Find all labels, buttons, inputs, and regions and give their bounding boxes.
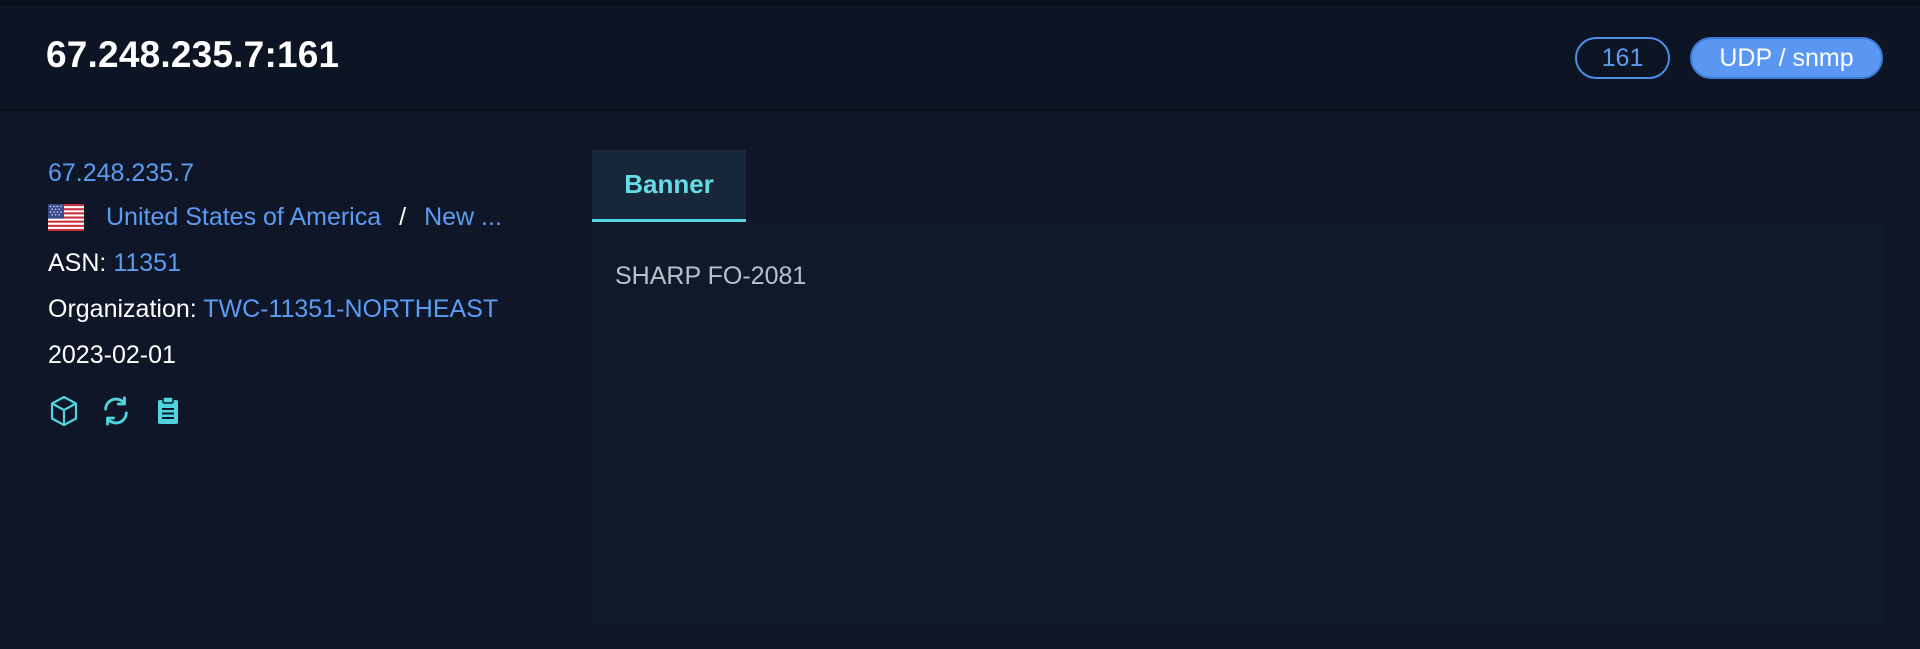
organization-row: Organization: TWC-11351-NORTHEAST <box>48 295 498 324</box>
country-link[interactable]: United States of America <box>106 203 381 232</box>
us-flag-icon <box>48 204 84 231</box>
asn-label: ASN: <box>48 249 107 277</box>
port-badge[interactable]: 161 <box>1575 37 1670 79</box>
tab-banner[interactable]: Banner <box>592 150 746 222</box>
page-title: 67.248.235.7:161 <box>46 34 340 75</box>
banner-content-panel: SHARP FO-2081 <box>592 222 1883 625</box>
clipboard-icon[interactable] <box>152 395 184 427</box>
organization-link[interactable]: TWC-11351-NORTHEAST <box>203 295 498 323</box>
organization-label: Organization: <box>48 295 197 323</box>
location-separator: / <box>399 203 407 231</box>
action-icons <box>48 395 204 427</box>
refresh-icon[interactable] <box>100 395 132 427</box>
protocol-badge[interactable]: UDP / snmp <box>1690 37 1883 79</box>
card-header: 67.248.235.7:161 161 UDP / snmp <box>0 6 1920 111</box>
asn-link[interactable]: 11351 <box>113 249 181 277</box>
banner-text: SHARP FO-2081 <box>615 262 807 290</box>
region-link[interactable]: New ... <box>424 203 502 232</box>
asn-row: ASN: 11351 <box>48 249 181 278</box>
cube-icon[interactable] <box>48 395 80 427</box>
service-detail-card: 67.248.235.7:161 161 UDP / snmp 67.248.2… <box>0 0 1920 649</box>
ip-address-link[interactable]: 67.248.235.7 <box>48 159 194 188</box>
geo-location: United States of America / New ... <box>48 203 502 232</box>
scan-date: 2023-02-01 <box>48 341 176 369</box>
